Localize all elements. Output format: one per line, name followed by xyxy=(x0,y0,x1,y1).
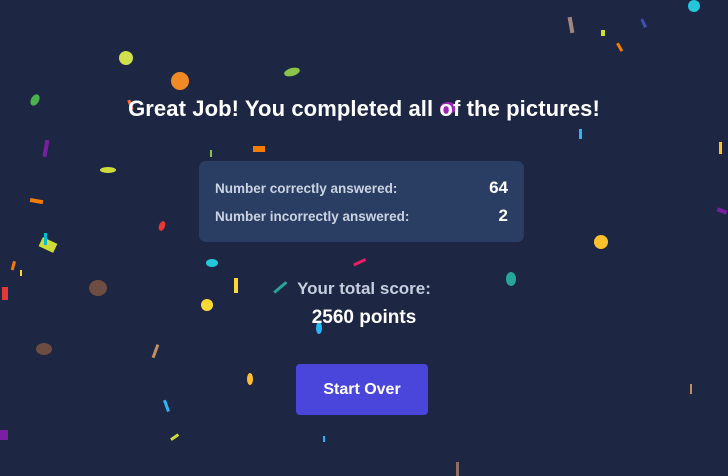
total-score-value: 2560 points xyxy=(311,307,417,328)
correct-count-value: 64 xyxy=(489,178,508,197)
incorrect-count-value: 2 xyxy=(498,206,508,225)
stat-row-incorrect: Number incorrectly answered: 2 xyxy=(215,202,508,230)
start-over-button[interactable]: Start Over xyxy=(296,364,428,415)
total-score-label: Your total score: xyxy=(297,279,431,298)
results-screen: Great Job! You completed all of the pict… xyxy=(0,0,728,476)
completion-title: Great Job! You completed all of the pict… xyxy=(128,96,600,121)
incorrect-count-label: Number incorrectly answered: xyxy=(215,208,410,224)
stat-row-correct: Number correctly answered: 64 xyxy=(215,174,508,202)
stats-card: Number correctly answered: 64 Number inc… xyxy=(199,161,524,242)
correct-count-label: Number correctly answered: xyxy=(215,180,398,196)
